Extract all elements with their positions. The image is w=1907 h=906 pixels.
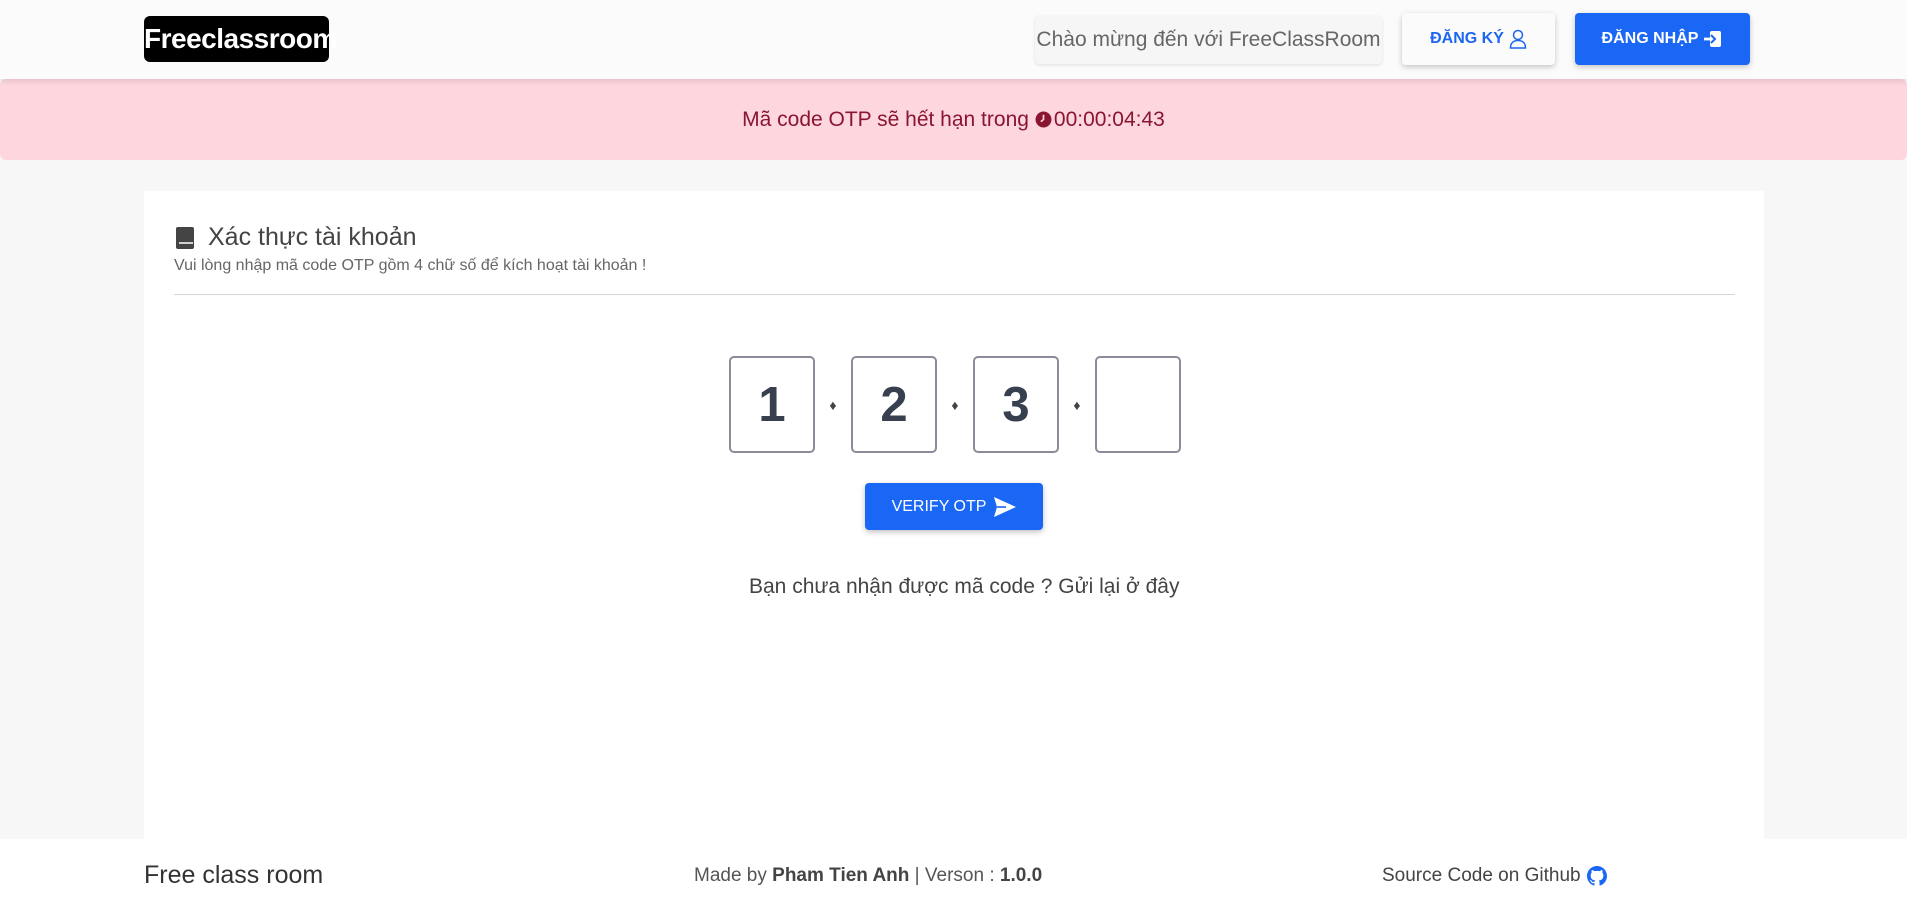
otp-digit-1[interactable]: 1: [729, 356, 815, 453]
otp-expiry-alert: Mã code OTP sẽ hết hạn trong 00:00:04:43: [0, 79, 1907, 160]
send-icon: [994, 496, 1017, 517]
navbar: Freeclassroom Chào mừng đến với FreeClas…: [0, 0, 1907, 79]
welcome-banner: Chào mừng đến với FreeClassRoom: [1035, 16, 1382, 64]
footer-credits: Made by Pham Tien Anh | Verson : 1.0.0: [694, 865, 1042, 887]
sign-in-icon: [1703, 29, 1723, 49]
otp-digit-2[interactable]: 2: [851, 356, 937, 453]
otp-input-group: 1 ♦ 2 ♦ 3 ♦: [729, 356, 1181, 453]
card-title-text: Xác thực tài khoản: [208, 223, 417, 251]
footer-brand: Free class room: [144, 861, 324, 889]
user-icon: [1509, 29, 1527, 49]
verify-label: VERIFY OTP: [891, 497, 987, 515]
otp-separator: ♦: [1073, 396, 1081, 413]
version-prefix: | Verson :: [909, 865, 1000, 886]
alert-message: Mã code OTP sẽ hết hạn trong: [742, 107, 1029, 131]
otp-digit-4[interactable]: [1095, 356, 1181, 453]
github-icon: [1586, 866, 1607, 886]
logo[interactable]: Freeclassroom: [144, 16, 337, 62]
clock-icon: [1035, 111, 1052, 128]
card-subtitle: Vui lòng nhập mã code OTP gồm 4 chữ số đ…: [174, 257, 647, 274]
alert-countdown: 00:00:04:43: [1053, 107, 1165, 131]
footer: Free class room Made by Pham Tien Anh | …: [0, 839, 1907, 906]
resend-prefix: Bạn chưa nhận được mã code ?: [749, 575, 1059, 598]
otp-separator: ♦: [829, 396, 837, 413]
verify-otp-button[interactable]: VERIFY OTP: [865, 483, 1043, 530]
source-code-link[interactable]: Source Code on Github: [1382, 865, 1607, 887]
version-number: 1.0.0: [999, 865, 1043, 886]
resend-line: Bạn chưa nhận được mã code ? Gửi lại ở đ…: [749, 575, 1179, 599]
login-label: ĐĂNG NHẬP: [1601, 30, 1699, 47]
verify-card: Xác thực tài khoản Vui lòng nhập mã code…: [144, 191, 1764, 839]
login-button[interactable]: ĐĂNG NHẬP: [1575, 13, 1750, 65]
divider: [174, 294, 1735, 295]
made-by-prefix: Made by: [694, 865, 773, 886]
otp-separator: ♦: [951, 396, 959, 413]
book-icon: [176, 226, 194, 249]
register-label: ĐĂNG KÝ: [1430, 30, 1504, 47]
otp-digit-3[interactable]: 3: [973, 356, 1059, 453]
resend-link[interactable]: Gửi lại ở đây: [1058, 575, 1179, 598]
register-button[interactable]: ĐĂNG KÝ: [1402, 13, 1555, 65]
card-title: Xác thực tài khoản: [176, 223, 417, 252]
author-name: Pham Tien Anh: [772, 865, 910, 886]
source-label: Source Code on Github: [1382, 865, 1581, 886]
